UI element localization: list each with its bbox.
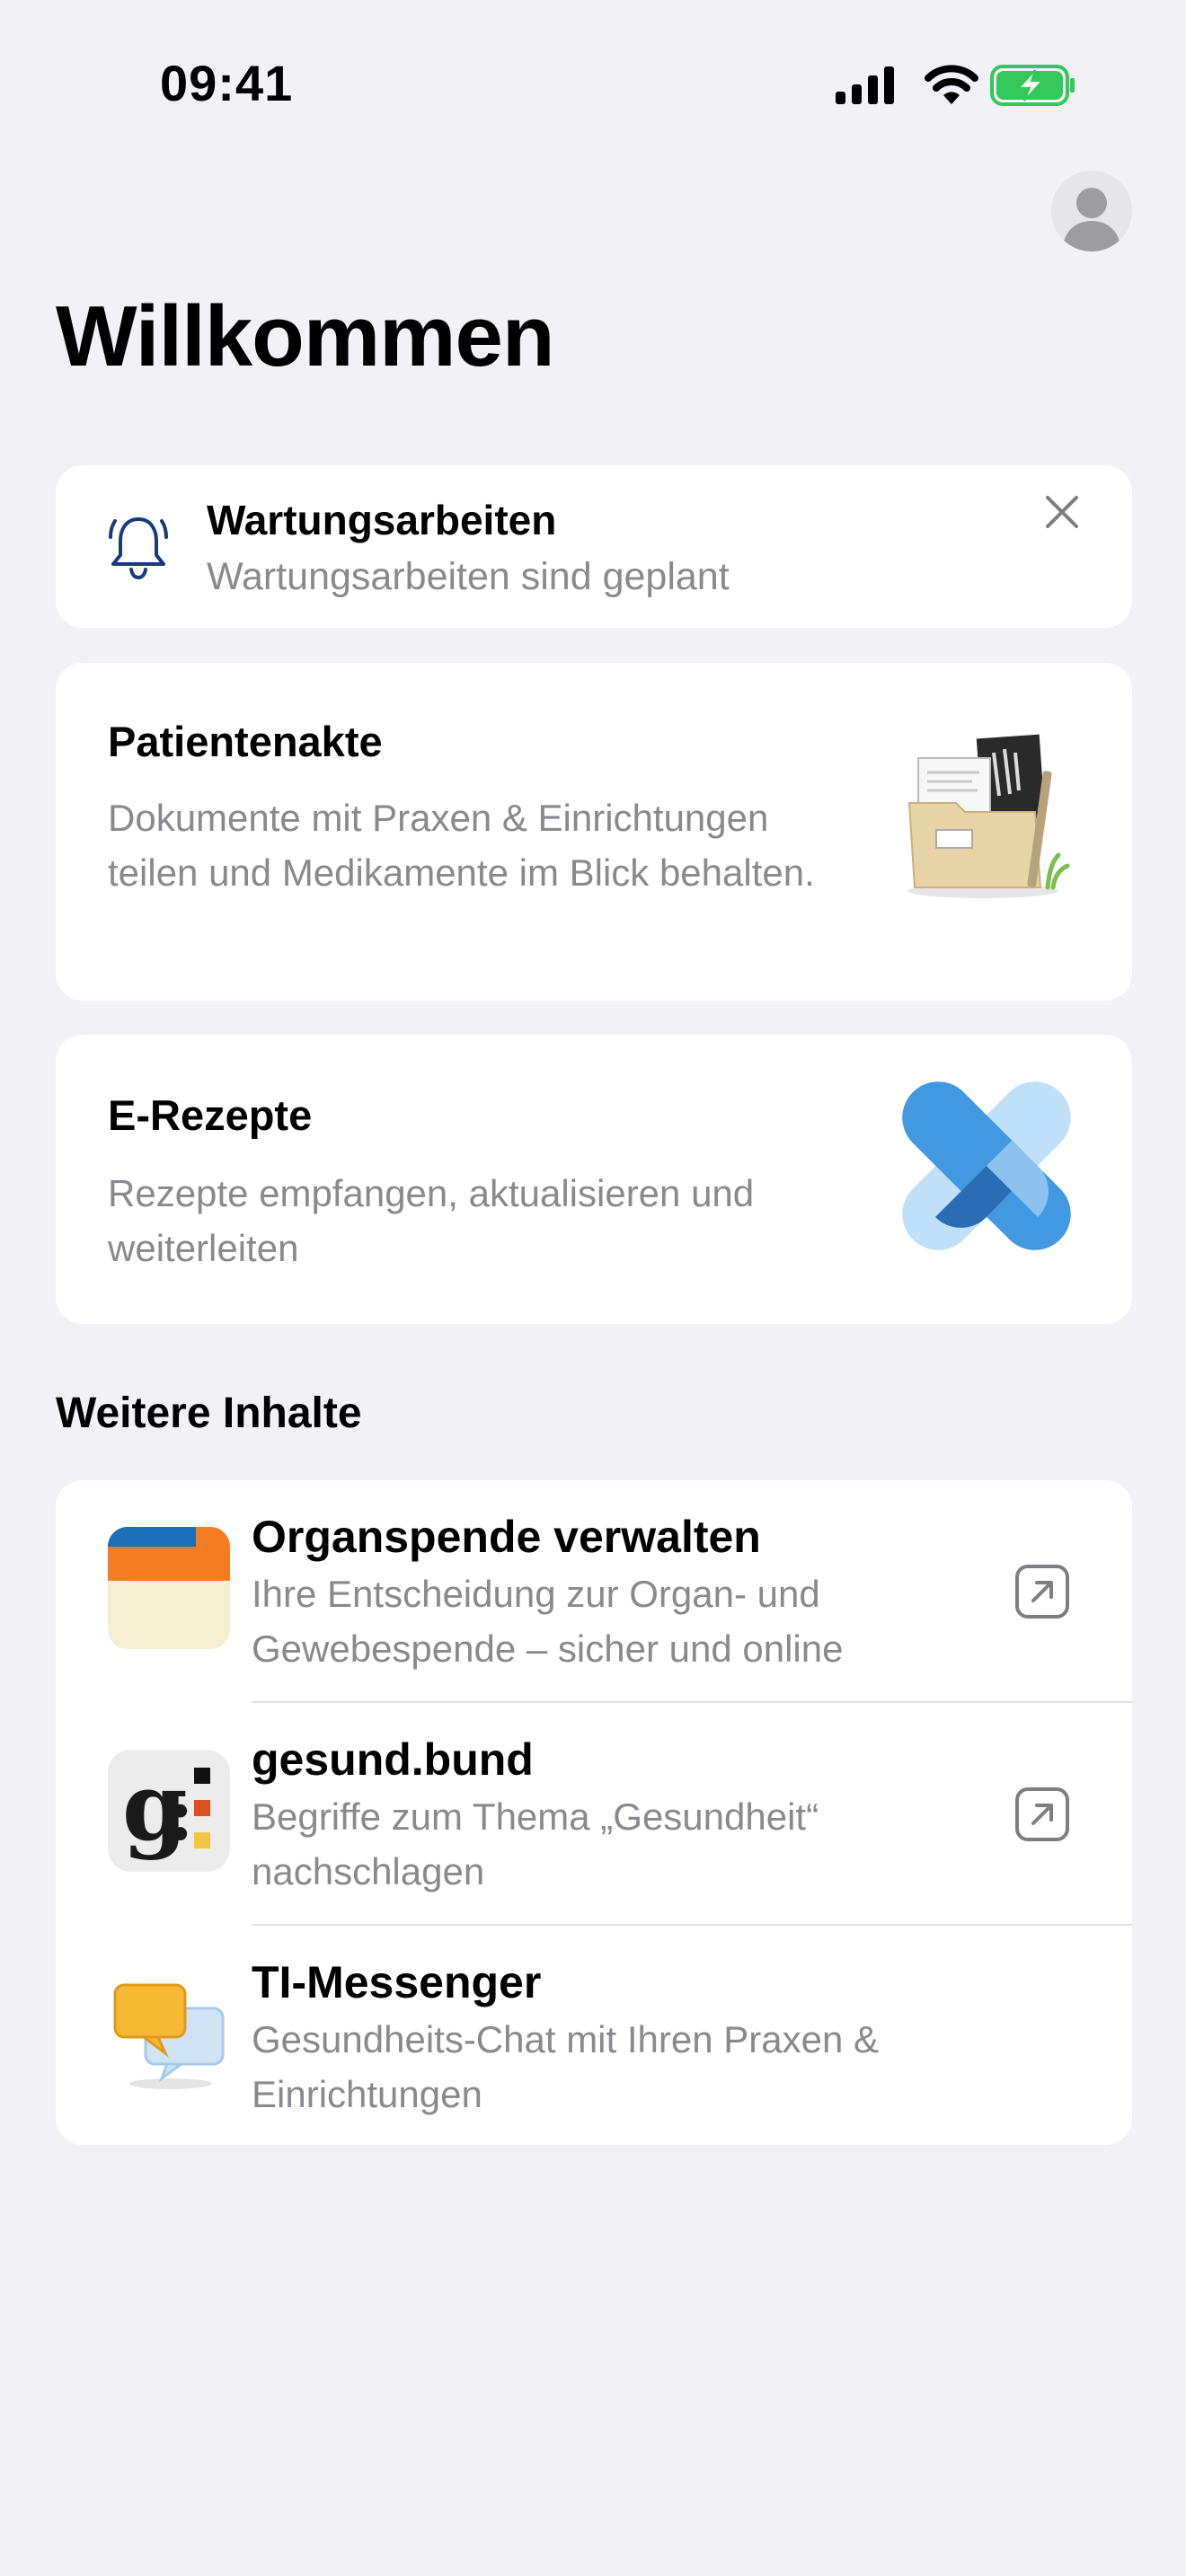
status-bar: 09:41 [0, 0, 1186, 171]
organ-donation-description: Ihre Entscheidung zur Organ- und Gewebes… [252, 1573, 844, 1670]
svg-text::: : [167, 1772, 194, 1857]
patient-record-title: Patientenakte [108, 718, 383, 765]
external-link-icon [1015, 1565, 1069, 1619]
e-prescription-illustration-icon [902, 1081, 1071, 1250]
patient-record-description: Dokumente mit Praxen & Einrichtungen tei… [108, 797, 815, 894]
e-prescriptions-description: Rezepte empfangen, aktualisieren und wei… [108, 1172, 755, 1269]
cellular-signal-icon [836, 66, 894, 104]
folder-illustration-icon [907, 734, 1070, 898]
notice-title: Wartungsarbeiten [207, 497, 557, 543]
gesund-bund-icon: g : [108, 1750, 230, 1872]
organ-donation-title: Organspende verwalten [252, 1512, 761, 1562]
more-content-list: Organspende verwalten Ihre Entscheidung … [56, 1480, 1132, 2145]
maintenance-notice-card[interactable]: Wartungsarbeiten Wartungsarbeiten sind g… [56, 465, 1132, 628]
page-title: Willkommen [56, 288, 555, 384]
wifi-icon [925, 65, 978, 104]
bell-icon [109, 517, 168, 580]
e-prescriptions-title: E-Rezepte [108, 1091, 313, 1139]
more-content-section-title: Weitere Inhalte [56, 1389, 362, 1437]
patient-record-card[interactable]: Patientenakte Dokumente mit Praxen & Ein… [56, 663, 1132, 1001]
status-time: 09:41 [160, 55, 294, 111]
organ-donation-card-icon [108, 1527, 230, 1649]
ti-messenger-title: TI-Messenger [252, 1957, 542, 2007]
gesund-bund-title: gesund.bund [252, 1734, 534, 1785]
list-item-gesund-bund[interactable]: g : gesund.bund Begriffe zum Thema „Gesu… [56, 1703, 1132, 1924]
battery-charging-icon [990, 65, 1075, 106]
chat-bubbles-icon [113, 1983, 225, 2089]
list-item-organ-donation[interactable]: Organspende verwalten Ihre Entscheidung … [56, 1480, 1132, 1701]
ti-messenger-description: Gesundheits-Chat mit Ihren Praxen & Einr… [252, 2018, 880, 2115]
list-item-ti-messenger[interactable]: TI-Messenger Gesundheits-Chat mit Ihren … [56, 1926, 1132, 2147]
profile-avatar-button[interactable] [1051, 171, 1132, 251]
notice-subtitle: Wartungsarbeiten sind geplant [207, 555, 730, 598]
gesund-bund-description: Begriffe zum Thema „Gesundheit“ nachschl… [252, 1795, 819, 1892]
person-icon [1062, 188, 1121, 251]
e-prescriptions-card[interactable]: E-Rezepte Rezepte empfangen, aktualisier… [56, 1035, 1132, 1324]
external-link-icon [1015, 1787, 1069, 1841]
close-icon[interactable] [1042, 492, 1082, 532]
